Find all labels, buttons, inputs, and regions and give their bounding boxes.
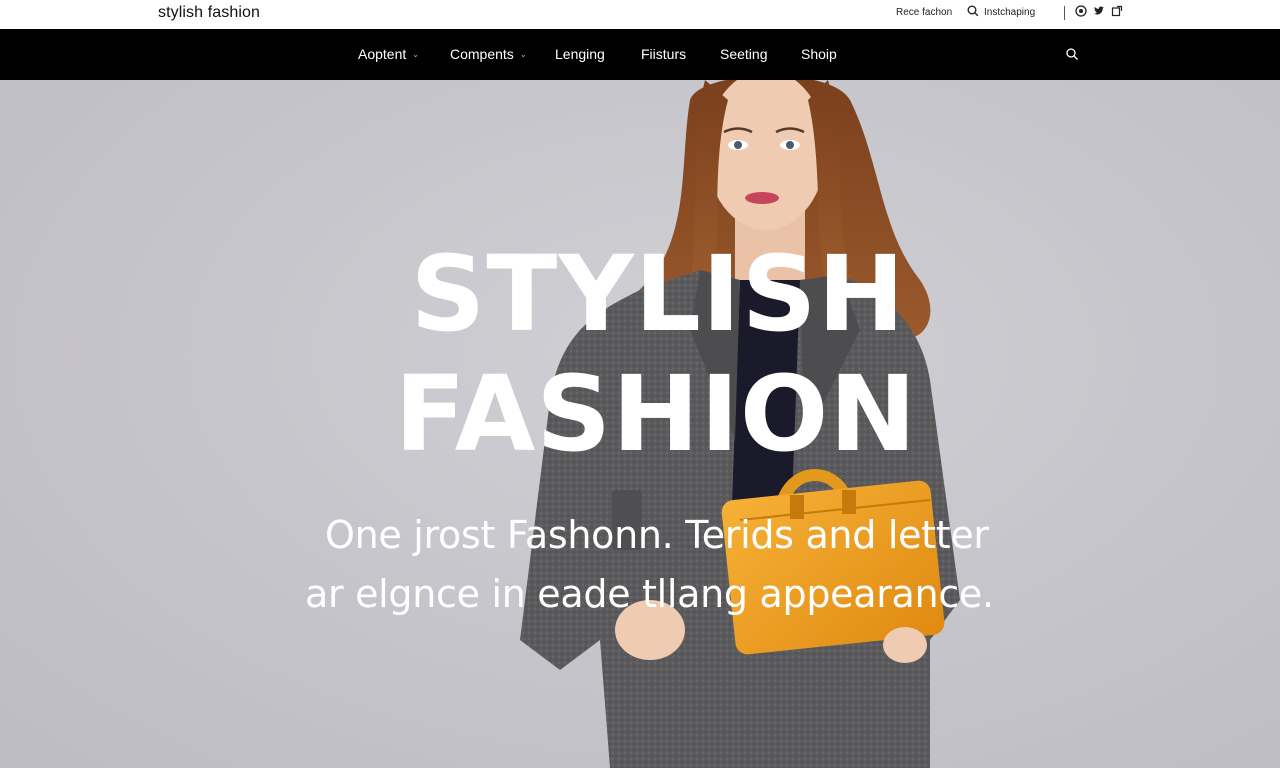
nav-item-label: Lenging — [555, 46, 605, 62]
nav-item-label: Seeting — [720, 46, 768, 62]
free-fashion-link[interactable]: Rece fachon — [896, 7, 952, 18]
brand-logo[interactable]: stylish fashion — [158, 4, 260, 22]
chevron-down-icon: ⌄ — [412, 49, 419, 59]
hero-subtitle-line-2: ar elgnce in eade tllang appearance. — [305, 572, 994, 616]
main-navigation: Aoptent ⌄ Compents ⌄ Lenging Fiisturs Se… — [0, 29, 1280, 80]
nav-item-label: Shoip — [801, 46, 837, 62]
twitter-icon[interactable] — [1093, 5, 1105, 17]
nav-item-fiisturs[interactable]: Fiisturs — [641, 46, 686, 62]
nav-item-seeting[interactable]: Seeting — [720, 46, 767, 62]
nav-item-lenging[interactable]: Lenging — [555, 46, 605, 62]
search-icon[interactable] — [966, 4, 980, 18]
instant-shipping-link[interactable]: Instchaping — [984, 7, 1035, 18]
nav-item-label: Fiisturs — [641, 46, 687, 62]
chevron-down-icon: ⌄ — [519, 49, 527, 59]
nav-item-label: Compents — [450, 46, 514, 62]
nav-search-icon[interactable] — [1065, 47, 1079, 61]
instagram-icon[interactable] — [1075, 5, 1087, 17]
nav-item-compents[interactable]: Compents ⌄ — [450, 46, 527, 62]
hero-title-line-1: STYLISH — [410, 233, 906, 355]
divider — [1064, 6, 1065, 20]
hero-banner: STYLISH FASHION One jrost Fashonn. Terid… — [0, 80, 1280, 768]
hero-subtitle-line-1: One jrost Fashonn. Terids and letter — [325, 513, 989, 557]
share-icon[interactable] — [1111, 5, 1123, 17]
nav-item-shoip[interactable]: Shoip — [801, 46, 837, 62]
nav-item-aoptent[interactable]: Aoptent ⌄ — [358, 46, 419, 62]
hero-title-line-2: FASHION — [394, 353, 918, 475]
nav-item-label: Aoptent — [358, 46, 407, 62]
top-utility-bar: stylish fashion Rece fachon Instchaping — [0, 0, 1280, 29]
